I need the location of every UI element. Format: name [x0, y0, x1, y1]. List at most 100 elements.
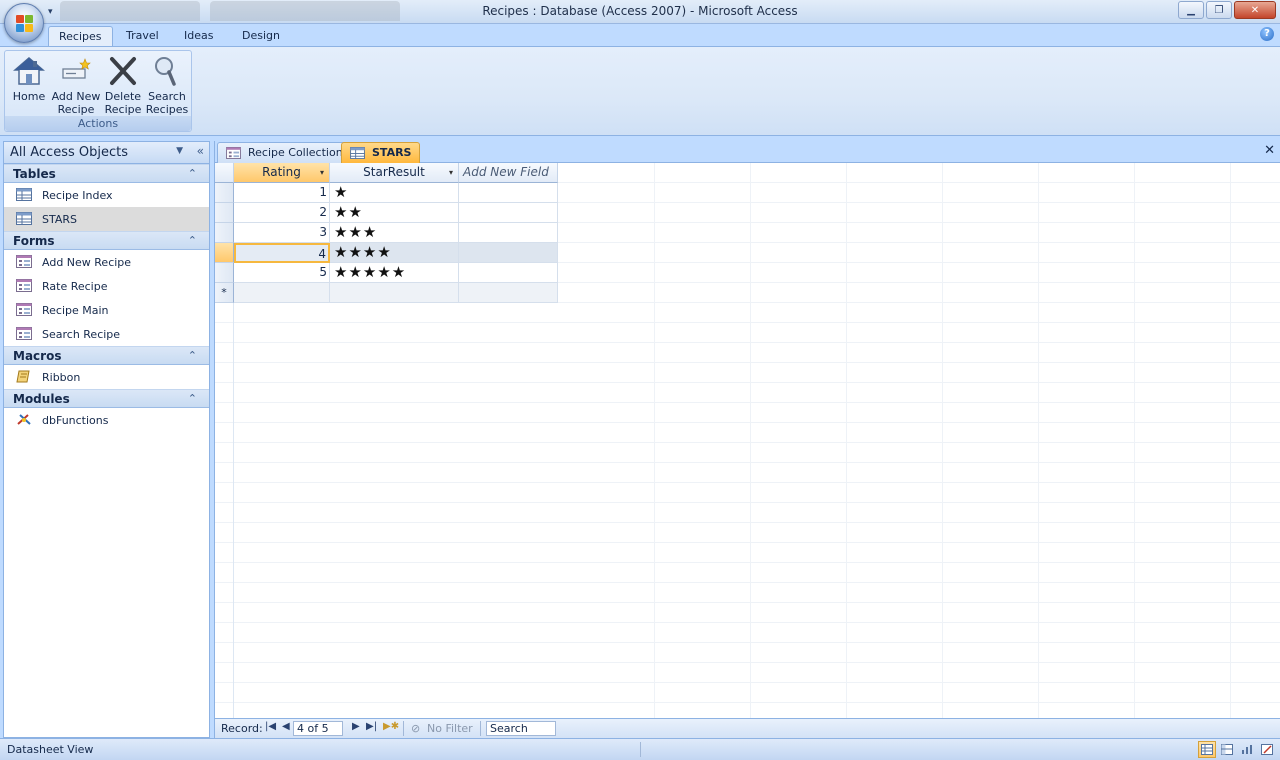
grid-column-line: [1134, 163, 1135, 718]
view-switcher: [1198, 741, 1276, 758]
cell-starresult[interactable]: ★★★★★: [330, 263, 459, 283]
new-record-cell[interactable]: [459, 283, 558, 303]
nav-group-macros[interactable]: Macros ⌃: [4, 346, 209, 365]
design-view-button[interactable]: [1258, 741, 1276, 758]
nav-pane-header[interactable]: All Access Objects ▼ «: [4, 142, 209, 164]
home-button[interactable]: Home: [9, 55, 49, 115]
first-record-icon[interactable]: |◀: [265, 721, 276, 732]
nav-group-forms[interactable]: Forms ⌃: [4, 231, 209, 250]
no-filter-icon[interactable]: ⊘: [411, 722, 420, 735]
column-dropdown-icon[interactable]: ▾: [320, 163, 324, 182]
nav-menu-dropdown-icon[interactable]: ▼: [176, 146, 183, 156]
cell-rating-focused[interactable]: 4: [234, 243, 330, 263]
title-bar: ▾ Recipes : Database (Access 2007) - Mic…: [0, 0, 1280, 24]
cell-starresult[interactable]: ★★: [330, 203, 459, 223]
new-record-icon[interactable]: ▶✱: [383, 721, 399, 732]
row-selector[interactable]: [215, 203, 234, 223]
help-icon[interactable]: ?: [1260, 27, 1274, 41]
form-icon: [16, 327, 32, 340]
datasheet-view-button[interactable]: [1198, 741, 1216, 758]
maximize-button[interactable]: ❐: [1206, 1, 1232, 19]
navigation-pane: All Access Objects ▼ « Tables ⌃ Recipe I…: [3, 141, 210, 738]
macro-scroll-icon: [16, 370, 30, 383]
select-all-corner[interactable]: [215, 163, 234, 183]
previous-record-icon[interactable]: ◀: [282, 721, 290, 732]
cell-rating[interactable]: 3: [234, 223, 330, 243]
row-selector[interactable]: [215, 223, 234, 243]
collapse-group-icon[interactable]: ⌃: [188, 234, 197, 247]
document-tab-bar: Recipe Collection STARS ✕: [215, 141, 1280, 163]
pivot-chart-view-button[interactable]: [1238, 741, 1256, 758]
row-selector-current[interactable]: [215, 243, 234, 263]
collapse-group-icon[interactable]: ⌃: [188, 167, 197, 180]
doc-tab-recipe-collection[interactable]: Recipe Collection: [217, 142, 350, 163]
nav-item-search-recipe[interactable]: Search Recipe: [4, 322, 209, 346]
column-header-label: Add New Field: [463, 165, 549, 179]
add-new-recipe-label-1: Add New: [51, 90, 101, 103]
record-label: Record:: [221, 722, 263, 735]
search-recipes-label-2: Recipes: [145, 103, 189, 116]
nav-pane-title: All Access Objects: [10, 145, 128, 160]
cell-starresult[interactable]: ★: [330, 183, 459, 203]
nav-item-recipe-index[interactable]: Recipe Index: [4, 183, 209, 207]
tab-design[interactable]: Design: [232, 26, 290, 47]
delete-recipe-button[interactable]: Delete Recipe: [103, 55, 143, 116]
nav-item-recipe-main[interactable]: Recipe Main: [4, 298, 209, 322]
new-record-cell[interactable]: [330, 283, 459, 303]
cell-empty[interactable]: [459, 243, 558, 263]
cell-empty[interactable]: [459, 203, 558, 223]
cell-empty[interactable]: [459, 263, 558, 283]
cell-empty[interactable]: [459, 183, 558, 203]
nav-item-dbfunctions[interactable]: dbFunctions: [4, 408, 209, 432]
office-button[interactable]: [4, 3, 44, 43]
cell-rating[interactable]: 2: [234, 203, 330, 223]
collapse-group-icon[interactable]: ⌃: [188, 349, 197, 362]
nav-item-ribbon[interactable]: Ribbon: [4, 365, 209, 389]
cell-rating[interactable]: 5: [234, 263, 330, 283]
column-header-starresult[interactable]: StarResult ▾: [330, 163, 459, 183]
no-filter-button[interactable]: No Filter: [427, 722, 473, 735]
new-record-selector[interactable]: *: [215, 283, 234, 303]
shutter-bar-collapse-icon[interactable]: «: [197, 144, 204, 158]
column-header-rating[interactable]: Rating ▾: [234, 163, 330, 183]
pivot-table-view-button[interactable]: [1218, 741, 1236, 758]
column-header-add-new-field[interactable]: Add New Field: [459, 163, 558, 183]
cell-starresult[interactable]: ★★★★: [330, 243, 459, 263]
actions-group: Home Add New Recipe Delete Recipe Search…: [4, 50, 192, 132]
nav-group-tables[interactable]: Tables ⌃: [4, 164, 209, 183]
cell-rating[interactable]: 1: [234, 183, 330, 203]
datasheet-grid[interactable]: Rating ▾ StarResult ▾ Add New Field 1 ★ …: [215, 163, 1280, 718]
pivot-chart-icon: [1242, 745, 1252, 754]
search-recipes-button[interactable]: Search Recipes: [145, 55, 189, 116]
tab-ideas[interactable]: Ideas: [174, 26, 223, 47]
nav-item-stars[interactable]: STARS: [4, 207, 209, 231]
close-document-icon[interactable]: ✕: [1264, 143, 1275, 158]
window-title: Recipes : Database (Access 2007) - Micro…: [482, 4, 798, 18]
column-dropdown-icon[interactable]: ▾: [449, 163, 453, 182]
doc-tab-stars[interactable]: STARS: [341, 142, 421, 163]
nav-item-add-new-recipe[interactable]: Add New Recipe: [4, 250, 209, 274]
nav-item-label: Recipe Index: [42, 189, 113, 202]
search-input[interactable]: Search: [486, 721, 556, 736]
tab-recipes[interactable]: Recipes: [48, 26, 113, 47]
nav-item-rate-recipe[interactable]: Rate Recipe: [4, 274, 209, 298]
design-view-icon: [1261, 744, 1273, 755]
collapse-group-icon[interactable]: ⌃: [188, 392, 197, 405]
form-icon: [16, 303, 32, 316]
cell-starresult[interactable]: ★★★: [330, 223, 459, 243]
current-record-input[interactable]: 4 of 5: [293, 721, 343, 736]
row-selector[interactable]: [215, 183, 234, 203]
minimize-button[interactable]: ▁: [1178, 1, 1204, 19]
divider: [640, 742, 641, 757]
cell-empty[interactable]: [459, 223, 558, 243]
add-new-recipe-button[interactable]: Add New Recipe: [51, 55, 101, 116]
new-record-cell[interactable]: [234, 283, 330, 303]
row-selector[interactable]: [215, 263, 234, 283]
next-record-icon[interactable]: ▶: [352, 721, 360, 732]
nav-item-label: Ribbon: [42, 371, 81, 384]
tab-travel[interactable]: Travel: [116, 26, 169, 47]
grid-column-line: [846, 163, 847, 718]
last-record-icon[interactable]: ▶|: [366, 721, 377, 732]
nav-group-modules[interactable]: Modules ⌃: [4, 389, 209, 408]
close-window-button[interactable]: ✕: [1234, 1, 1276, 19]
